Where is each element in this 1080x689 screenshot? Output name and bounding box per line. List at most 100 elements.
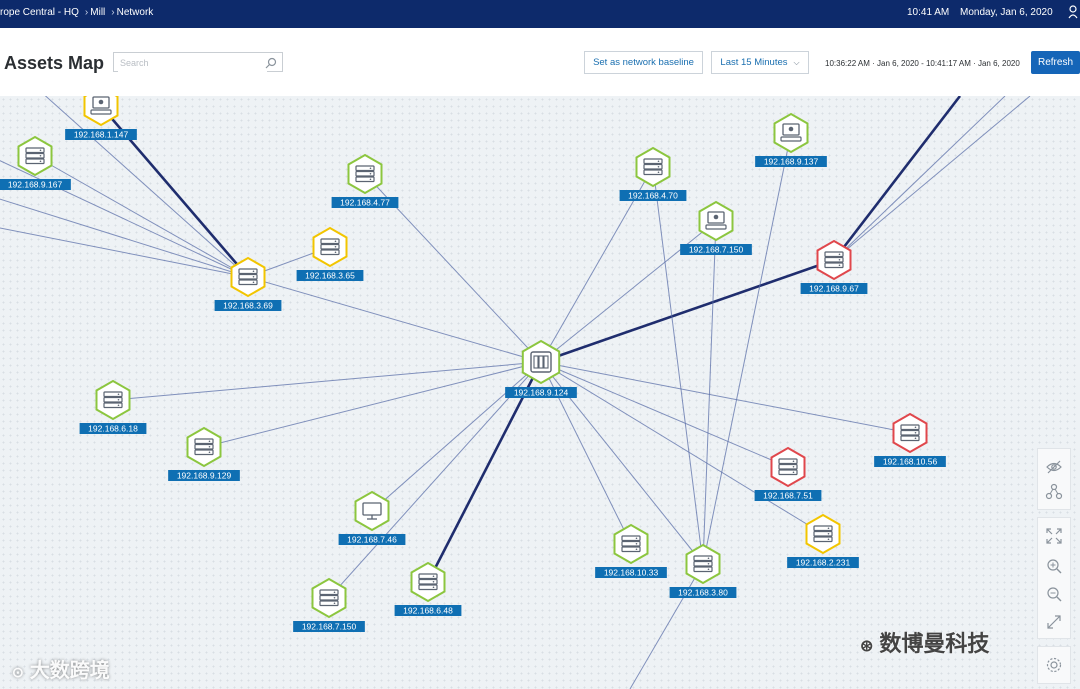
node-ip-label: 192.168.10.33	[604, 568, 659, 578]
node-ip-label: 192.168.9.137	[764, 157, 819, 167]
node-hexagon[interactable]	[410, 561, 446, 603]
node-hexagon[interactable]	[613, 523, 649, 565]
asset-node[interactable]: 192.168.10.33	[595, 523, 667, 578]
connection-line[interactable]	[203, 361, 542, 448]
connection-line[interactable]	[40, 96, 249, 278]
time-span-text: 10:36:22 AM · Jan 6, 2020 - 10:41:17 AM …	[825, 59, 1020, 68]
connection-line[interactable]	[652, 166, 704, 565]
asset-node[interactable]: 192.168.4.77	[331, 153, 399, 208]
asset-node[interactable]: 192.168.7.51	[754, 446, 822, 501]
asset-node[interactable]: 192.168.7.46	[338, 490, 406, 545]
clock-date: Monday, Jan 6, 2020	[960, 7, 1053, 18]
refresh-button[interactable]: Refresh	[1031, 51, 1080, 74]
node-hexagon[interactable]	[311, 577, 347, 619]
gear-icon[interactable]	[1044, 655, 1064, 675]
breadcrumb-separator: ›	[111, 7, 115, 18]
node-hexagon[interactable]	[698, 200, 734, 242]
node-hexagon[interactable]	[685, 543, 721, 585]
node-hexagon[interactable]	[347, 153, 383, 195]
fit-screen-icon[interactable]	[1044, 526, 1064, 546]
connection-line[interactable]	[629, 563, 704, 689]
connection-line[interactable]	[371, 361, 542, 512]
node-hexagon[interactable]	[770, 446, 806, 488]
connection-line[interactable]	[247, 276, 542, 363]
watermark-right: ⊛ 数博曼科技	[860, 626, 989, 658]
map-toolbar-zoom	[1037, 517, 1071, 639]
connection-line[interactable]	[702, 220, 717, 565]
node-hexagon[interactable]	[805, 513, 841, 555]
connection-line[interactable]	[833, 96, 1031, 261]
asset-node[interactable]: 192.168.1.147	[65, 96, 137, 140]
asset-node[interactable]: 192.168.7.150	[293, 577, 365, 632]
node-hexagon[interactable]	[816, 239, 852, 281]
asset-node[interactable]: 192.168.9.124	[505, 339, 577, 398]
asset-node[interactable]: 192.168.10.56	[874, 412, 946, 467]
connection-line[interactable]	[540, 220, 717, 363]
network-graph[interactable]: 192.168.1.147 192.168.9.167 192.168.4.77 19…	[0, 96, 1080, 689]
breadcrumb: rope Central - HQ › Mill › Network	[0, 7, 155, 18]
zoom-in-icon[interactable]	[1044, 556, 1064, 576]
topology-icon[interactable]	[1044, 482, 1064, 502]
connection-line[interactable]	[0, 196, 249, 278]
user-icon[interactable]	[1068, 5, 1078, 19]
assets-map-canvas[interactable]: 192.168.1.147 192.168.9.167 192.168.4.77 19…	[0, 96, 1080, 689]
node-hexagon[interactable]	[354, 490, 390, 532]
breadcrumb-area[interactable]: Mill	[90, 7, 105, 18]
node-ip-label: 192.168.9.129	[177, 471, 232, 481]
page-header: Assets Map Set as network baseline Last …	[0, 28, 1080, 97]
asset-nodes: 192.168.1.147 192.168.9.167 192.168.4.77 19…	[0, 96, 946, 632]
asset-node[interactable]: 192.168.6.18	[79, 379, 147, 434]
time-range-select[interactable]: Last 15 Minutes ⌵	[711, 51, 809, 74]
zoom-out-icon[interactable]	[1044, 584, 1064, 604]
node-ip-label: 192.168.2.231	[796, 558, 851, 568]
time-range-value: Last 15 Minutes	[720, 57, 788, 68]
asset-node[interactable]: 192.168.6.48	[394, 561, 462, 616]
node-ip-label: 192.168.6.18	[88, 424, 138, 434]
set-baseline-button[interactable]: Set as network baseline	[584, 51, 703, 74]
eye-slash-icon[interactable]	[1044, 457, 1064, 477]
asset-node[interactable]: 192.168.7.150	[680, 200, 752, 255]
node-hexagon[interactable]	[521, 339, 561, 385]
connection-line[interactable]	[540, 258, 835, 364]
connection-line[interactable]	[833, 96, 1006, 261]
node-hexagon[interactable]	[230, 256, 266, 298]
expand-icon[interactable]	[1044, 612, 1064, 632]
connection-line[interactable]	[540, 361, 911, 434]
asset-node[interactable]: 192.168.3.65	[296, 226, 364, 281]
node-ip-label: 192.168.9.167	[8, 180, 63, 190]
node-hexagon[interactable]	[635, 146, 671, 188]
page-title: Assets Map	[4, 53, 105, 73]
node-ip-label: 192.168.9.124	[514, 388, 569, 398]
node-ip-label: 192.168.3.65	[305, 271, 355, 281]
node-ip-label: 192.168.3.69	[223, 301, 273, 311]
wechat-icon: ⊛	[860, 638, 874, 655]
node-hexagon[interactable]	[892, 412, 928, 454]
node-ip-label: 192.168.7.46	[347, 535, 397, 545]
node-hexagon[interactable]	[773, 112, 809, 154]
node-ip-label: 192.168.4.77	[340, 198, 390, 208]
connection-line[interactable]	[34, 155, 249, 278]
breadcrumb-site[interactable]: rope Central - HQ	[0, 7, 79, 18]
asset-node[interactable]: 192.168.3.80	[669, 543, 737, 598]
asset-node[interactable]: 192.168.2.231	[787, 513, 859, 568]
search-icon[interactable]	[265, 56, 277, 69]
node-hexagon[interactable]	[186, 426, 222, 468]
asset-node[interactable]: 192.168.9.129	[168, 426, 240, 481]
connection-line[interactable]	[112, 361, 542, 401]
node-hexagon[interactable]	[95, 379, 131, 421]
watermark-left: ⊙ 大数跨境	[12, 654, 110, 683]
node-ip-label: 192.168.1.147	[74, 130, 129, 140]
top-bar: rope Central - HQ › Mill › Network 10:41 AM …	[0, 0, 1080, 28]
search-box[interactable]	[113, 52, 283, 72]
map-toolbar-settings	[1037, 646, 1071, 684]
connection-line[interactable]	[540, 361, 789, 468]
asset-node[interactable]: 192.168.9.137	[755, 112, 827, 167]
search-input[interactable]	[118, 54, 267, 72]
clock-time: 10:41 AM	[907, 7, 950, 18]
node-hexagon[interactable]	[312, 226, 348, 268]
asset-node[interactable]: 192.168.4.70	[619, 146, 687, 201]
node-hexagon[interactable]	[17, 135, 53, 177]
connection-line[interactable]	[832, 96, 962, 261]
node-ip-label: 192.168.9.67	[809, 284, 859, 294]
asset-node[interactable]: 192.168.9.167	[0, 135, 71, 190]
